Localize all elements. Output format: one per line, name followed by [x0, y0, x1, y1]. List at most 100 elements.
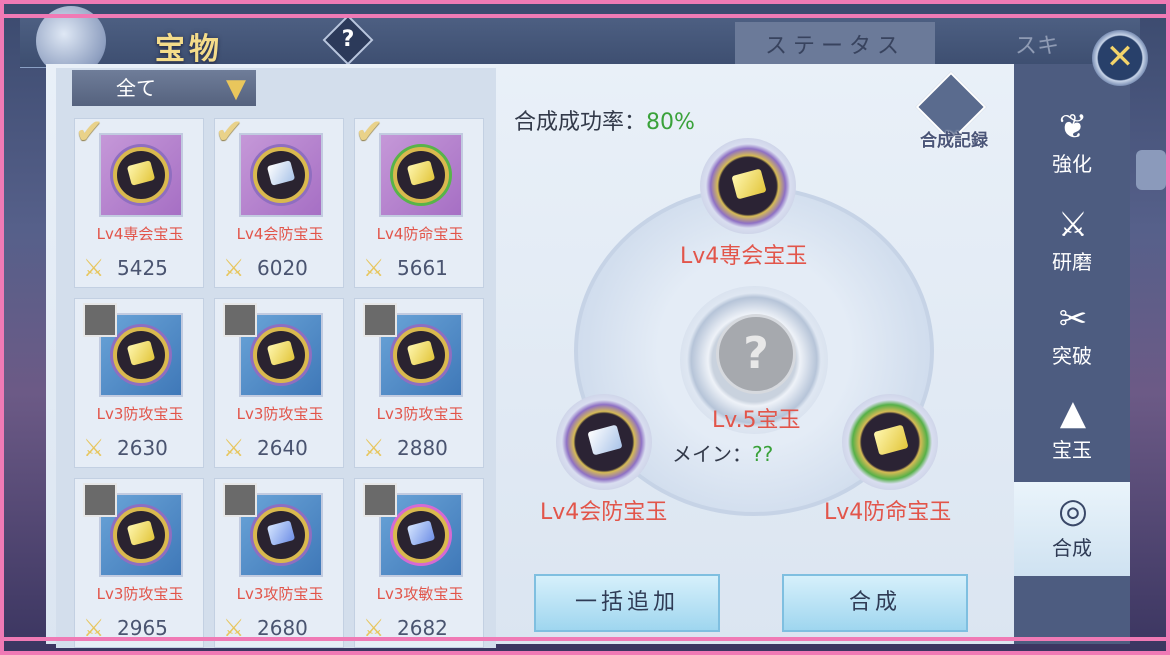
item-power: ⚔ 2880	[363, 435, 483, 461]
item-name: Lv4会防宝玉	[236, 225, 324, 243]
gem-stone-icon	[873, 424, 909, 456]
crossed-swords-icon: ⚔	[83, 434, 105, 462]
crossed-swords-icon: ⚔	[363, 434, 385, 462]
page-title: 宝物	[155, 32, 223, 67]
synthesis-record-label: 合成記録	[920, 131, 988, 151]
gem-emblem-icon	[113, 507, 169, 563]
select-checkbox[interactable]	[223, 303, 257, 337]
gem-emblem-icon	[253, 327, 309, 383]
sword-break-icon: ✂	[1058, 299, 1088, 339]
sidenav-label: 突破	[1052, 344, 1092, 368]
power-value: 5425	[117, 256, 168, 280]
close-button[interactable]: ✕	[1092, 30, 1148, 86]
gem-emblem-icon	[113, 327, 169, 383]
synthesis-record-button[interactable]: 合成記録	[914, 71, 990, 152]
inventory-item[interactable]: Lv3防攻宝玉 ⚔ 2880	[354, 298, 484, 468]
checkmark-icon[interactable]: ✔	[355, 115, 399, 149]
gem-stone-icon	[406, 520, 436, 546]
gem-emblem-icon	[393, 507, 449, 563]
question-icon: ?	[341, 27, 355, 52]
main-stat-value: ??	[752, 442, 774, 466]
frame-top	[0, 0, 1170, 4]
select-checkbox[interactable]	[363, 483, 397, 517]
material-slot-top[interactable]	[700, 138, 796, 234]
item-power: ⚔ 2640	[223, 435, 343, 461]
sidenav-item-4[interactable]: ▲ 宝玉	[1014, 384, 1130, 478]
item-power: ⚔ 2630	[83, 435, 203, 461]
tab-status[interactable]: ステータス	[735, 22, 935, 66]
gem-emblem-icon	[113, 147, 169, 203]
sidenav-label: 合成	[1052, 536, 1092, 560]
side-tab-handle[interactable]	[1136, 150, 1166, 190]
inventory-item[interactable]: Lv3防攻宝玉 ⚔ 2630	[74, 298, 204, 468]
tab-skill[interactable]: スキ	[1005, 22, 1105, 66]
add-all-button[interactable]: 一括追加	[534, 574, 720, 632]
material-slot-right[interactable]	[842, 394, 938, 490]
gem-stone-icon	[126, 160, 156, 186]
close-icon: ✕	[1105, 37, 1135, 77]
inventory-item[interactable]: ✔ Lv4防命宝玉 ⚔ 5661	[354, 115, 484, 288]
sidenav-item-5[interactable]: ◎ 合成	[1014, 482, 1130, 576]
sidenav-item-3[interactable]: ✂ 突破	[1014, 290, 1130, 384]
item-name: Lv3防攻宝玉	[236, 405, 324, 423]
gem-emblem-icon	[393, 147, 449, 203]
power-value: 2880	[397, 436, 448, 460]
item-name: Lv3防攻宝玉	[96, 405, 184, 423]
gem-altar-icon: ▲	[1059, 393, 1087, 433]
gem-stone-icon	[266, 160, 296, 186]
crossed-swords-icon: ⚔	[223, 254, 245, 282]
item-name: Lv4専会宝玉	[96, 225, 184, 243]
sidenav-label: 研磨	[1052, 250, 1092, 274]
power-value: 2640	[257, 436, 308, 460]
gem-stone-icon	[126, 520, 156, 546]
material-slot-top-label: Lv4専会宝玉	[680, 244, 808, 269]
main-stat-info: メイン：??	[672, 438, 773, 467]
power-value: 5661	[397, 256, 448, 280]
material-slot-right-label: Lv4防命宝玉	[824, 500, 952, 525]
success-rate: 合成成功率：80%	[514, 104, 695, 136]
frame-left	[0, 0, 4, 655]
inventory-item[interactable]: Lv3攻敏宝玉 ⚔ 2682	[354, 478, 484, 648]
frame-bottom-inner	[0, 637, 1170, 641]
item-name: Lv3攻防宝玉	[236, 585, 324, 603]
main-stat-label: メイン：	[672, 442, 752, 466]
gem-stone-icon	[406, 160, 436, 186]
synthesize-button[interactable]: 合成	[782, 574, 968, 632]
select-checkbox[interactable]	[223, 483, 257, 517]
frame-bottom	[0, 651, 1170, 655]
success-rate-label: 合成成功率：	[514, 110, 647, 135]
frame-right	[1166, 0, 1170, 655]
power-value: 2630	[117, 436, 168, 460]
select-checkbox[interactable]	[83, 303, 117, 337]
chevron-down-icon[interactable]: ▼	[218, 74, 254, 104]
crossed-swords-icon: ⚔	[223, 434, 245, 462]
checkmark-icon[interactable]: ✔	[75, 115, 119, 149]
checkmark-icon[interactable]: ✔	[215, 115, 259, 149]
inventory-item[interactable]: Lv3攻防宝玉 ⚔ 2680	[214, 478, 344, 648]
crossed-swords-icon: ⚔	[363, 254, 385, 282]
sidenav-item-1[interactable]: ❦ 強化	[1014, 98, 1130, 192]
sidenav-label: 宝玉	[1052, 438, 1092, 462]
inventory-item[interactable]: Lv3防攻宝玉 ⚔ 2640	[214, 298, 344, 468]
result-label: Lv.5宝玉	[712, 408, 801, 433]
inventory-item[interactable]: ✔ Lv4専会宝玉 ⚔ 5425	[74, 115, 204, 288]
inventory-item[interactable]: Lv3防攻宝玉 ⚔ 2965	[74, 478, 204, 648]
success-rate-value: 80%	[646, 110, 695, 135]
item-power: ⚔ 5425	[83, 255, 203, 281]
material-slot-left[interactable]	[556, 394, 652, 490]
item-name: Lv3防攻宝玉	[376, 405, 464, 423]
power-value: 6020	[257, 256, 308, 280]
swirl-icon: ◎	[1058, 491, 1088, 531]
feather-icon: ❦	[1058, 107, 1088, 147]
item-name: Lv3防攻宝玉	[96, 585, 184, 603]
sidenav-item-2[interactable]: ⚔ 研磨	[1014, 196, 1130, 290]
frame-top-inner	[0, 14, 1170, 18]
gem-stone-icon	[731, 168, 767, 200]
inventory-item[interactable]: ✔ Lv4会防宝玉 ⚔ 6020	[214, 115, 344, 288]
gem-stone-icon	[406, 340, 436, 366]
select-checkbox[interactable]	[83, 483, 117, 517]
whetstone-icon: ⚔	[1057, 205, 1089, 245]
sidenav-label: 強化	[1052, 152, 1092, 176]
gem-emblem-icon	[253, 507, 309, 563]
select-checkbox[interactable]	[363, 303, 397, 337]
